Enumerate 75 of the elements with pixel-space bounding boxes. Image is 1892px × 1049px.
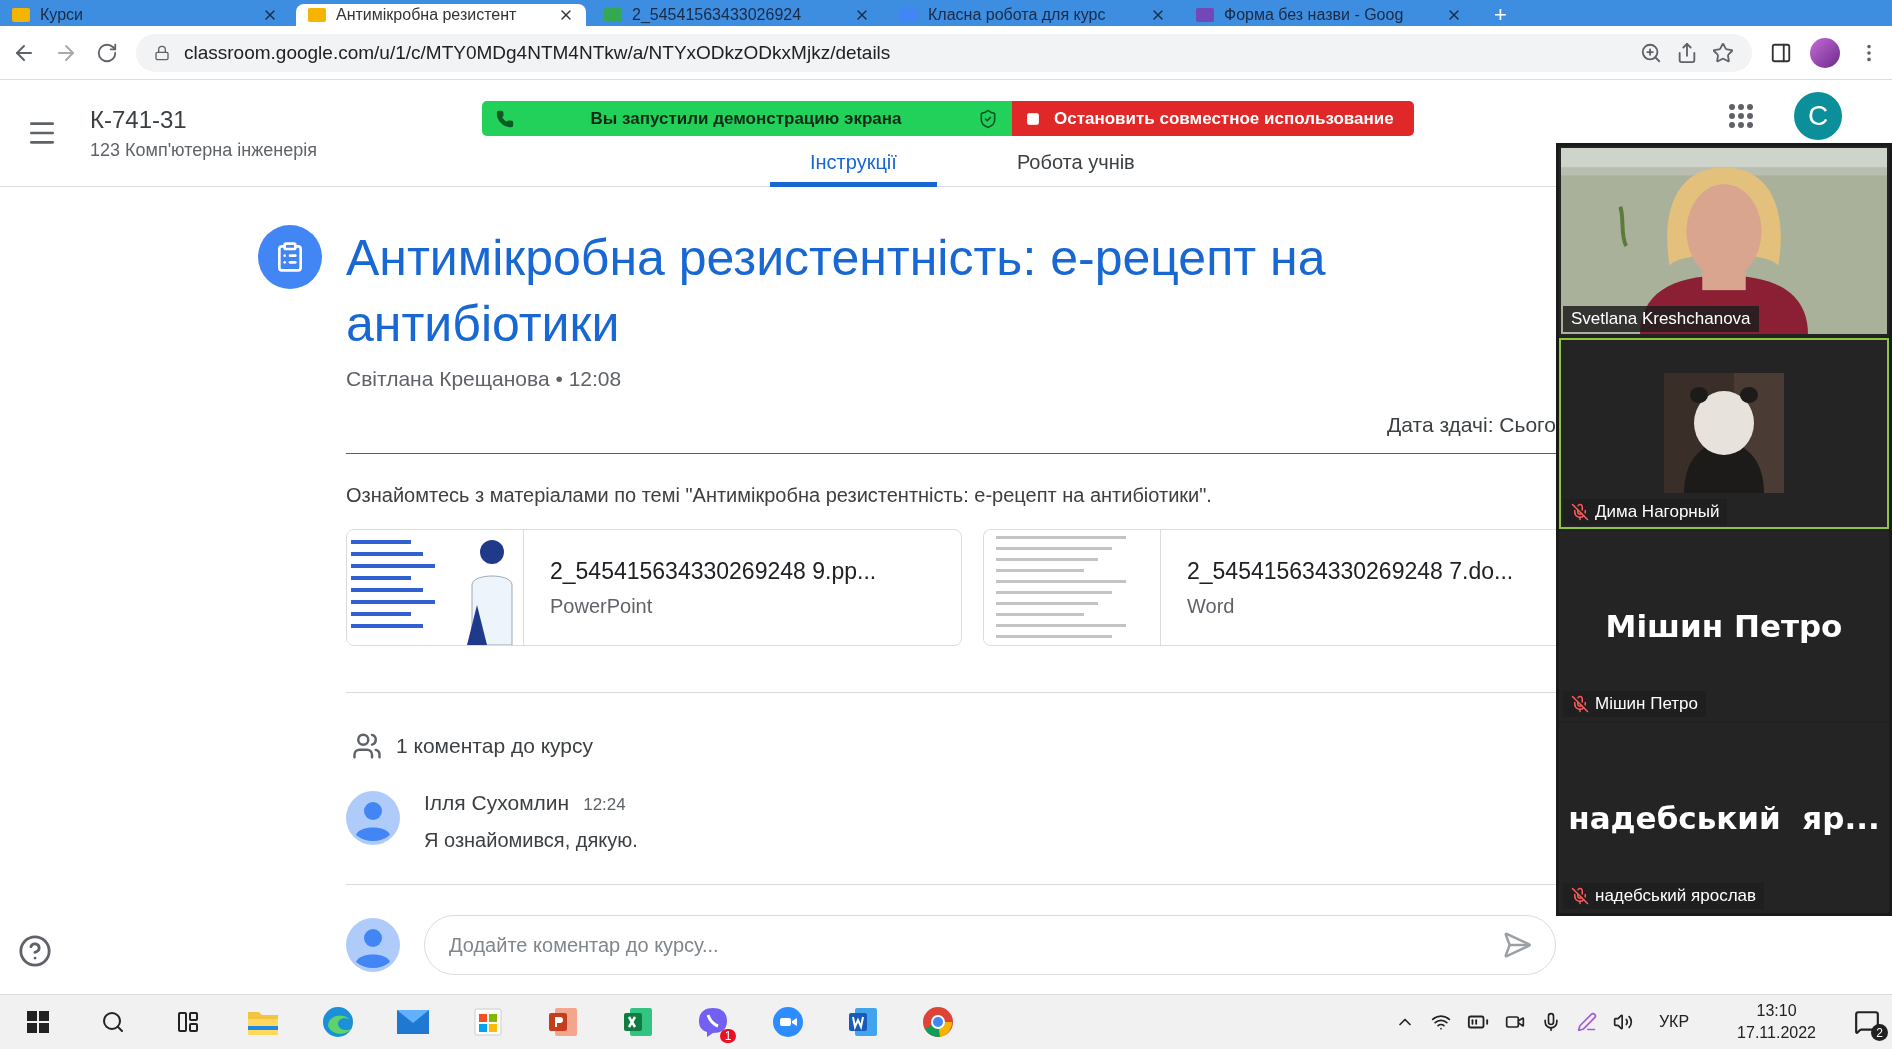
wifi-icon[interactable] <box>1430 1012 1451 1032</box>
send-icon[interactable] <box>1502 930 1532 960</box>
browser-tab[interactable]: Класна робота для курс <box>888 4 1178 26</box>
apps-grid-icon[interactable] <box>1728 103 1754 129</box>
spreadsheet-app-icon <box>621 1006 654 1038</box>
document-app-icon <box>846 1006 879 1038</box>
notification-count: 2 <box>1871 1024 1888 1041</box>
account-avatar[interactable]: C <box>1794 92 1842 140</box>
attachment-type: Word <box>1187 594 1236 618</box>
due-date: Дата здачі: Сього <box>1387 413 1556 437</box>
presentation-app-icon <box>546 1006 579 1038</box>
taskbar-app[interactable]: 1 <box>675 995 750 1049</box>
address-bar[interactable]: classroom.google.com/u/1/c/MTY0MDg4NTM4NTkw/a/NTYxODkzODkxMjkz/details <box>136 33 1752 72</box>
chat-app-icon <box>696 1006 729 1038</box>
stop-icon <box>1026 111 1040 126</box>
reload-icon[interactable] <box>96 41 118 64</box>
language-indicator[interactable]: УКР <box>1658 1013 1690 1031</box>
help-icon[interactable] <box>18 934 52 968</box>
participant-display-name: надебський яр... <box>1568 799 1880 836</box>
participant-name: Svetlana Kreshchanova <box>1571 309 1751 330</box>
volume-icon[interactable] <box>1612 1012 1633 1032</box>
browser-tab[interactable]: Форма без назви - Goog <box>1184 4 1474 26</box>
class-subject: 123 Комп'ютерна інженерія <box>90 139 317 161</box>
comment-time: 12:24 <box>583 795 626 815</box>
attachment-name[interactable]: 2_545415634330269248 9.pp... <box>550 557 877 585</box>
page-tab[interactable]: Інструкції <box>770 151 937 187</box>
pen-icon[interactable] <box>1576 1012 1597 1032</box>
participant-tile[interactable]: Svetlana Kreshchanova <box>1559 146 1889 337</box>
participant-display-name: Мішин Петро <box>1605 607 1843 644</box>
participant-tile[interactable]: Дима Нагорный <box>1559 338 1889 529</box>
browser-icon <box>921 1006 954 1038</box>
participant-name: надебський ярослав <box>1595 886 1757 906</box>
share-icon[interactable] <box>1676 41 1698 64</box>
tab-favicon-icon <box>308 8 326 22</box>
screen-share-message: Вы запустили демонстрацию экрана <box>589 108 903 129</box>
side-panel-icon[interactable] <box>1770 41 1792 64</box>
shield-icon <box>978 108 998 129</box>
clock[interactable]: 13:10 17.11.2022 <box>1737 1002 1816 1042</box>
attachment-card[interactable]: 2_545415634330269248 9.pp... PowerPoint <box>346 529 962 646</box>
browser-icon <box>321 1006 354 1038</box>
user-avatar-icon <box>346 918 400 972</box>
store-icon <box>472 1007 503 1037</box>
comment-input[interactable]: Додайте коментар до курсу... <box>424 915 1556 975</box>
bookmark-star-icon[interactable] <box>1712 41 1734 64</box>
task-view-icon[interactable] <box>175 1010 200 1034</box>
assignment-title: Антимікробна резистентність: е-рецепт на антибіотики <box>346 229 1327 354</box>
assignment-meta: Світлана Крещанова • 12:08 <box>346 367 623 391</box>
lock-icon <box>154 44 170 61</box>
notification-badge: 1 <box>720 1029 736 1043</box>
stop-sharing-button[interactable]: Остановить совместное использование <box>1012 101 1414 136</box>
attachment-name[interactable]: 2_545415634330269248 7.do... <box>1187 557 1514 585</box>
comment-text: Я ознайомився, дякую. <box>424 829 638 852</box>
participant-name: Дима Нагорный <box>1595 501 1720 522</box>
comments-heading[interactable]: 1 коментар до курсу <box>396 734 594 758</box>
browser-tab[interactable]: Антимікробна резистент <box>296 4 586 26</box>
participant-name: Мішин Петро <box>1595 693 1698 714</box>
tab-favicon-icon <box>604 8 622 22</box>
zoom-icon[interactable] <box>1640 41 1662 64</box>
mail-icon <box>395 1009 430 1035</box>
class-name[interactable]: К-741-31 <box>90 105 187 134</box>
user-avatar-icon <box>346 791 400 845</box>
profile-icon[interactable] <box>1810 37 1840 68</box>
browser-tab[interactable]: Курси <box>0 4 290 26</box>
people-icon <box>352 731 382 761</box>
video-call-app-icon <box>771 1006 804 1038</box>
page-tab[interactable]: Робота учнів <box>976 151 1175 187</box>
windows-icon <box>26 1011 49 1033</box>
tab-favicon-icon <box>1196 8 1214 22</box>
browser-tab[interactable]: 2_54541563433026924 <box>592 4 882 26</box>
comment-author: Ілля Сухомлин <box>424 791 570 815</box>
attachment-type: PowerPoint <box>550 594 654 618</box>
attachment-card[interactable]: 2_545415634330269248 7.do... Word <box>983 529 1556 646</box>
search-icon[interactable] <box>100 1010 125 1034</box>
assignment-description: Ознайомтесь з матеріалами по темі "Антимікробна резистентність: е-рецепт на антибіотики". <box>346 484 1213 507</box>
tab-favicon-icon <box>12 8 30 22</box>
